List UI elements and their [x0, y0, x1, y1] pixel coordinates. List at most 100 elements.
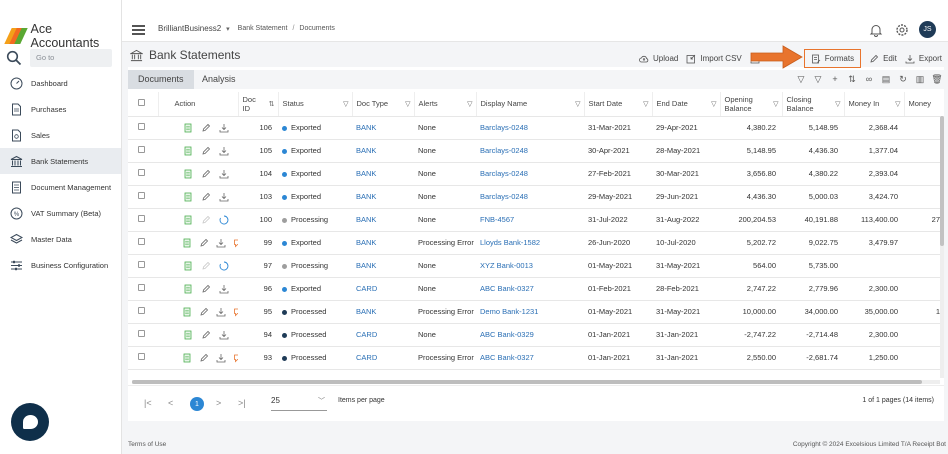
horizontal-scrollbar[interactable]: [132, 380, 940, 384]
display-name-cell[interactable]: Barclays-0248: [476, 116, 584, 140]
row-checkbox[interactable]: [138, 192, 145, 199]
pencil-icon[interactable]: [199, 237, 209, 248]
row-select-cell[interactable]: [128, 231, 158, 255]
prev-page-button[interactable]: <: [168, 398, 173, 408]
chevron-down-icon[interactable]: ▾: [226, 25, 230, 33]
import-csv-button[interactable]: Import CSV: [686, 51, 742, 67]
comment-icon[interactable]: [233, 237, 238, 248]
row-checkbox[interactable]: [138, 238, 145, 245]
filter-icon[interactable]: ▽: [643, 100, 648, 108]
row-checkbox[interactable]: [138, 330, 145, 337]
tab-analysis[interactable]: Analysis: [192, 70, 246, 89]
row-checkbox[interactable]: [138, 307, 145, 314]
vertical-scrollbar[interactable]: [940, 116, 944, 378]
select-all-checkbox[interactable]: [138, 99, 145, 107]
pencil-icon[interactable]: [199, 352, 209, 363]
table-row[interactable]: 106 Exported BANK None Barclays-0248 31-Mar-2…: [128, 116, 940, 140]
sort-icon[interactable]: ⇅: [269, 100, 275, 109]
table-row[interactable]: 96 Exported CARD None ABC Bank-0327 01-Feb-20…: [128, 277, 940, 301]
col-doc-id[interactable]: Doc ID ⇅: [238, 92, 279, 117]
display-name-cell[interactable]: XYZ Bank-0013: [476, 254, 584, 278]
filter-icon[interactable]: ▽: [467, 100, 472, 108]
sidebar-item-purchases[interactable]: Purchases: [0, 96, 121, 122]
col-money-in[interactable]: Money In ▽: [844, 92, 905, 117]
col-end-date[interactable]: End Date ▽: [652, 92, 721, 117]
col-opening-balance[interactable]: Opening Balance ▽: [720, 92, 783, 117]
doc-type-cell[interactable]: BANK: [352, 139, 414, 163]
download-icon[interactable]: [216, 306, 226, 317]
brand[interactable]: Ace Accountants: [4, 22, 121, 50]
display-name-cell[interactable]: ABC Bank-0329: [476, 323, 584, 347]
row-select-cell[interactable]: [128, 346, 158, 370]
row-select-cell[interactable]: [128, 300, 158, 324]
display-name-cell[interactable]: Barclays-0248: [476, 162, 584, 186]
col-doc-type[interactable]: Doc Type ▽: [352, 92, 415, 117]
doc-type-cell[interactable]: BANK: [352, 231, 414, 255]
merge-icon[interactable]: ▤: [881, 74, 891, 84]
pencil-icon[interactable]: [200, 122, 211, 133]
table-row[interactable]: 93 Processed CARD Processing Error ABC Bank-…: [128, 346, 940, 370]
bell-icon[interactable]: [869, 23, 883, 37]
filter-icon[interactable]: ▽: [405, 100, 410, 108]
row-select-cell[interactable]: [128, 185, 158, 209]
filter-icon[interactable]: ▽: [835, 100, 840, 109]
pencil-icon[interactable]: [199, 306, 209, 317]
col-money-out[interactable]: Money: [904, 92, 940, 117]
row-select-cell[interactable]: [128, 162, 158, 186]
row-checkbox[interactable]: [138, 146, 145, 153]
row-checkbox[interactable]: [138, 123, 145, 130]
trash-icon[interactable]: 🗑: [931, 74, 942, 84]
columns-icon[interactable]: ▥: [915, 74, 925, 84]
select-all-cell[interactable]: [128, 92, 159, 117]
filter-icon[interactable]: ▽: [711, 100, 716, 108]
document-icon[interactable]: [182, 122, 193, 133]
next-page-button[interactable]: >: [216, 398, 221, 408]
row-checkbox[interactable]: [138, 284, 145, 291]
download-icon[interactable]: [218, 191, 229, 202]
table-row[interactable]: 95 Processed BANK Processing Error Demo Bank…: [128, 300, 940, 324]
display-name-cell[interactable]: Demo Bank-1231: [476, 300, 584, 324]
row-select-cell[interactable]: [128, 254, 158, 278]
terms-link[interactable]: Terms of Use: [128, 441, 166, 448]
upload-button[interactable]: Upload: [639, 51, 678, 67]
sidebar-item-business-configuration[interactable]: Business Configuration: [0, 252, 121, 278]
doc-type-cell[interactable]: CARD: [352, 323, 414, 347]
pencil-icon[interactable]: [200, 191, 211, 202]
export-button[interactable]: Export: [905, 51, 942, 67]
tab-documents[interactable]: Documents: [128, 70, 194, 89]
col-status[interactable]: Status ▽: [278, 92, 353, 117]
table-row[interactable]: 97 Processing BANK None XYZ Bank-0013 01-May-…: [128, 254, 940, 278]
sidebar-item-document-management[interactable]: Document Management: [0, 174, 121, 200]
filter-icon[interactable]: ▽: [895, 100, 900, 108]
comment-icon[interactable]: [233, 306, 238, 317]
col-start-date[interactable]: Start Date ▽: [584, 92, 653, 117]
table-row[interactable]: 103 Exported BANK None Barclays-0248 29-May-2…: [128, 185, 940, 209]
document-icon[interactable]: [182, 168, 193, 179]
download-icon[interactable]: [218, 122, 229, 133]
add-icon[interactable]: +: [830, 74, 840, 84]
doc-type-cell[interactable]: CARD: [352, 277, 414, 301]
pencil-icon[interactable]: [200, 168, 211, 179]
sidebar-item-bank-statements[interactable]: Bank Statements: [0, 148, 121, 174]
goto-input[interactable]: Go to: [30, 49, 112, 67]
current-page[interactable]: 1: [190, 397, 204, 411]
first-page-button[interactable]: |<: [144, 398, 152, 408]
sidebar-item-vat-summary-beta[interactable]: % VAT Summary (Beta): [0, 200, 121, 226]
doc-type-cell[interactable]: BANK: [352, 254, 414, 278]
org-selector[interactable]: BrilliantBusiness2: [158, 24, 221, 33]
table-row[interactable]: 99 Exported BANK Processing Error Lloyds Ban…: [128, 231, 940, 255]
doc-type-cell[interactable]: BANK: [352, 185, 414, 209]
download-icon[interactable]: [216, 237, 226, 248]
download-icon[interactable]: [216, 352, 226, 363]
sidebar-item-master-data[interactable]: Master Data: [0, 226, 121, 252]
document-icon[interactable]: [182, 306, 192, 317]
display-name-cell[interactable]: ABC Bank-0327: [476, 277, 584, 301]
doc-type-cell[interactable]: BANK: [352, 116, 414, 140]
table-row[interactable]: 94 Processed CARD None ABC Bank-0329 01-Jan-2…: [128, 323, 940, 347]
col-display-name[interactable]: Display Name ▽: [476, 92, 585, 117]
document-icon[interactable]: [182, 214, 193, 225]
row-select-cell[interactable]: [128, 139, 158, 163]
document-icon[interactable]: [182, 329, 193, 340]
document-icon[interactable]: [182, 237, 192, 248]
table-row[interactable]: 105 Exported BANK None Barclays-0248 30-Apr-2…: [128, 139, 940, 163]
